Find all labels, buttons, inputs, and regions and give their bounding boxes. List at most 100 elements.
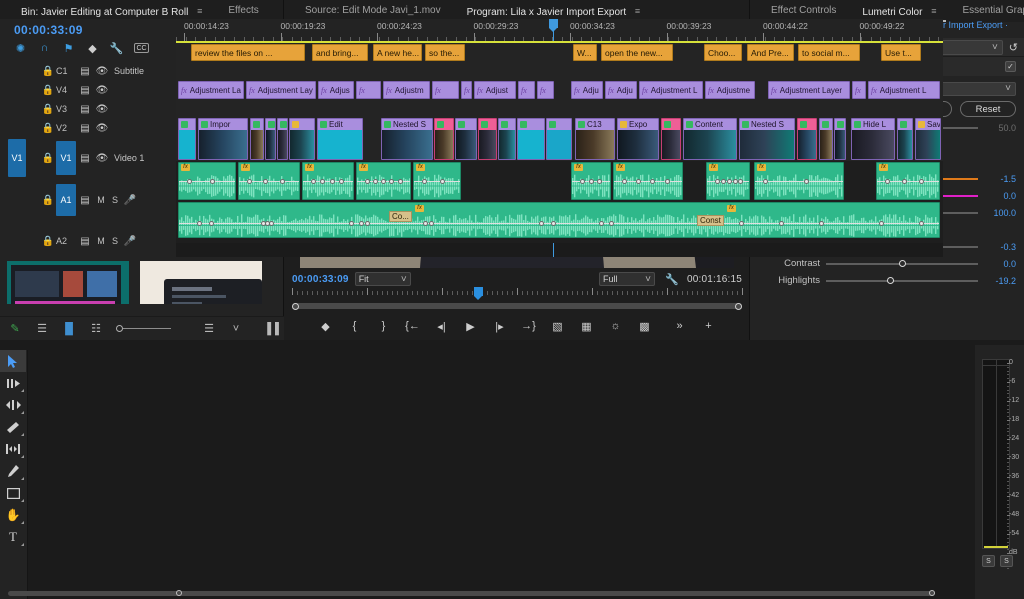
caption-clip[interactable]: W... <box>573 44 597 61</box>
keyframe[interactable] <box>365 221 370 226</box>
adjustment-layer-clip[interactable]: fxAdju <box>605 81 637 99</box>
video-clip[interactable] <box>265 118 276 160</box>
video-clip[interactable] <box>819 118 833 160</box>
lock-icon[interactable]: 🔒 <box>40 123 56 134</box>
track-name-v4[interactable]: V4 <box>56 85 76 95</box>
icon-view-icon[interactable]: █ <box>62 322 76 336</box>
track-header-v1[interactable]: V1🔒V1▤👁Video 1 <box>0 136 176 180</box>
video-clip[interactable] <box>277 118 288 160</box>
lock-icon[interactable]: 🔒 <box>40 104 56 115</box>
program-playhead-time[interactable]: 00:00:33:09 <box>292 274 349 285</box>
video-clip[interactable] <box>478 118 497 160</box>
video-clip[interactable]: Content <box>683 118 737 160</box>
track-output-icon[interactable]: 👁 <box>94 66 110 77</box>
chevron-down-icon[interactable]: ˅ <box>229 322 243 336</box>
keyframe[interactable] <box>422 179 427 184</box>
sort-icon[interactable]: ☰ <box>202 322 216 336</box>
lock-icon[interactable]: 🔒 <box>40 236 56 247</box>
track-header-v3[interactable]: 🔒V3▤👁 <box>0 98 176 120</box>
pen-tool[interactable] <box>0 460 26 482</box>
audio-clip[interactable]: fx <box>876 162 940 200</box>
transport-overflow-icon[interactable]: » <box>673 320 687 332</box>
program-scrub-bar[interactable]: /*ticks drawn by script below*/ <box>292 288 742 298</box>
export-frame-icon[interactable]: ☼ <box>609 320 623 332</box>
keyframe[interactable] <box>349 221 354 226</box>
track-v2[interactable] <box>176 101 943 117</box>
list-item[interactable] <box>4 258 132 304</box>
highlights-slider[interactable] <box>826 276 978 286</box>
play-icon[interactable]: ▶ <box>464 320 478 333</box>
adjustment-layer-clip[interactable]: fx <box>356 81 381 99</box>
mute-button[interactable]: M <box>94 195 108 205</box>
source-patch-v1[interactable]: V1 <box>8 139 26 177</box>
wrench-icon[interactable]: 🔧 <box>665 273 679 286</box>
keyframe[interactable] <box>819 221 824 226</box>
video-clip[interactable] <box>897 118 913 160</box>
keyframe-line[interactable] <box>755 181 843 182</box>
adjustment-layer-clip[interactable]: fxAdjustment L <box>639 81 703 99</box>
contrast-slider[interactable] <box>826 259 978 269</box>
reset-button[interactable]: Reset <box>960 101 1016 117</box>
track-name-v3[interactable]: V3 <box>56 104 76 114</box>
adjustment-layer-clip[interactable]: fxAdjustment Lay <box>246 81 316 99</box>
lock-icon[interactable]: 🔒 <box>40 66 56 77</box>
keyframe[interactable] <box>885 179 890 184</box>
audio-clip[interactable]: fx <box>706 162 750 200</box>
ripple-edit-tool[interactable] <box>0 394 26 416</box>
keyframe[interactable] <box>365 179 370 184</box>
timeline-settings-icon[interactable]: 🔧 <box>110 42 123 55</box>
keyframe[interactable] <box>280 179 285 184</box>
keyframe-line[interactable] <box>179 223 939 224</box>
lock-icon[interactable]: 🔒 <box>40 195 56 206</box>
video-clip[interactable]: C13 <box>575 118 615 160</box>
caption-clip[interactable]: and bring... <box>312 44 368 61</box>
solo-button-right[interactable]: S <box>1000 555 1013 567</box>
timeline-horizontal-scrollbar[interactable] <box>0 590 943 597</box>
video-clip[interactable] <box>797 118 817 160</box>
audio-effect-label[interactable]: Const <box>697 215 724 226</box>
keyframe[interactable] <box>551 221 556 226</box>
video-clip[interactable] <box>455 118 477 160</box>
track-v1-video[interactable]: ImporEditNested SC13ExpoContentNested SH… <box>176 117 943 161</box>
pen-icon[interactable]: ✎ <box>8 322 22 336</box>
keyframe[interactable] <box>599 221 604 226</box>
video-clip[interactable]: Nested S <box>739 118 795 160</box>
add-marker-icon[interactable]: ◆ <box>86 42 99 55</box>
program-zoom-scrollbar[interactable] <box>292 302 742 310</box>
adjustment-layer-clip[interactable]: fxAdjustme <box>705 81 755 99</box>
program-playhead[interactable] <box>474 287 483 296</box>
adjustment-layer-clip[interactable]: fxAdjus <box>318 81 354 99</box>
keyframe[interactable] <box>197 221 202 226</box>
adjustment-layer-clip[interactable]: fx <box>852 81 866 99</box>
keyframe[interactable] <box>609 221 614 226</box>
keyframe[interactable] <box>187 179 192 184</box>
video-clip[interactable] <box>834 118 846 160</box>
sync-lock-icon[interactable]: ▤ <box>76 195 94 206</box>
keyframe[interactable] <box>622 179 627 184</box>
list-item[interactable] <box>137 258 265 304</box>
caption-clip[interactable]: so the... <box>425 44 465 61</box>
keyframe[interactable] <box>247 179 252 184</box>
track-v3-adjustment[interactable]: fxAdjustment LafxAdjustment LayfxAdjusfx… <box>176 79 943 101</box>
adjustment-layer-clip[interactable]: fx <box>432 81 459 99</box>
adjustment-layer-clip[interactable]: fx <box>461 81 472 99</box>
track-name-v1[interactable]: V1 <box>56 141 76 175</box>
mute-button[interactable]: M <box>94 236 108 246</box>
video-clip[interactable]: Edit <box>317 118 363 160</box>
track-a1-audio[interactable]: fxfxfxfxfxfxfxfxfxfx <box>176 161 943 201</box>
audio-clip[interactable]: fx <box>356 162 411 200</box>
video-clip[interactable] <box>517 118 545 160</box>
caption-clip[interactable]: And Pre... <box>747 44 794 61</box>
video-clip[interactable] <box>250 118 264 160</box>
video-clip[interactable]: Impor <box>198 118 248 160</box>
sync-lock-icon[interactable]: ▤ <box>76 85 94 96</box>
track-output-icon[interactable]: 👁 <box>94 123 110 134</box>
keyframe[interactable] <box>429 221 434 226</box>
audio-clip[interactable]: fx <box>754 162 844 200</box>
caption-clip[interactable]: open the new... <box>601 44 673 61</box>
adjustment-layer-clip[interactable]: fxAdjustm <box>383 81 430 99</box>
sync-lock-icon[interactable]: ▤ <box>76 153 94 164</box>
audio-clip[interactable]: fx <box>571 162 611 200</box>
freeform-view-icon[interactable]: ☷ <box>89 322 103 336</box>
sync-lock-icon[interactable]: ▤ <box>76 104 94 115</box>
